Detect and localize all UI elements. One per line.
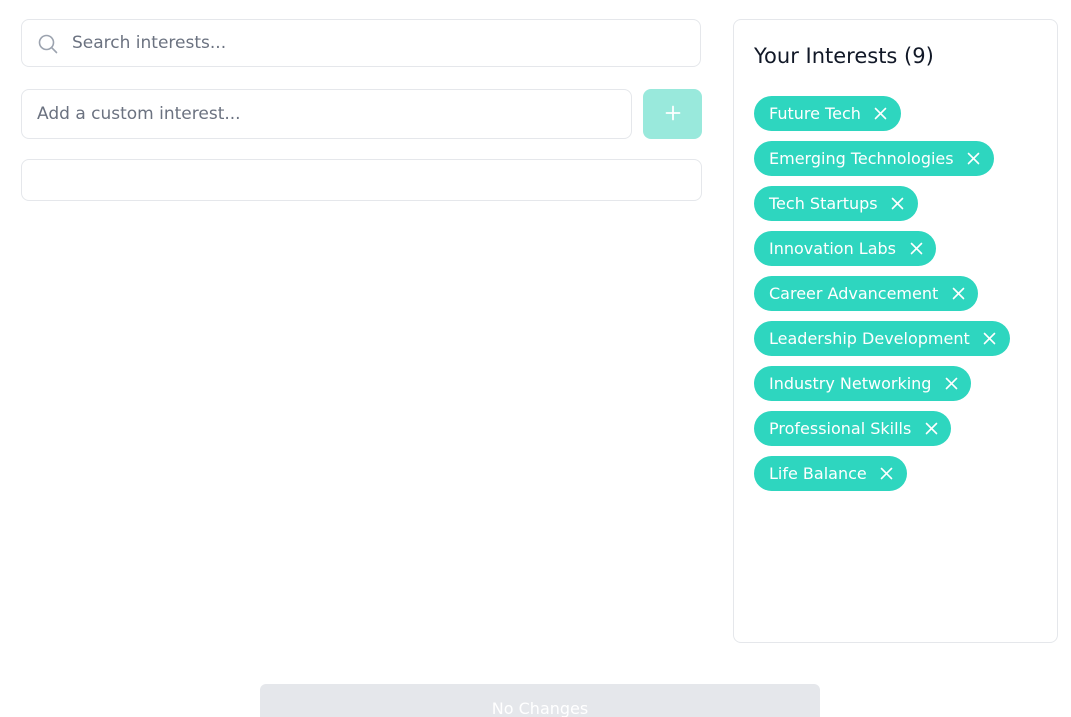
custom-interest-input[interactable] — [37, 90, 622, 138]
save-changes-label: No Changes — [491, 699, 589, 717]
close-icon[interactable] — [966, 151, 982, 167]
plus-icon — [665, 105, 681, 124]
close-icon[interactable] — [879, 466, 895, 482]
your-interests-panel: Your Interests (9) Future Tech Emerging … — [733, 19, 1058, 643]
close-icon[interactable] — [943, 376, 959, 392]
interest-tag-label: Tech Startups — [769, 194, 878, 213]
save-changes-button[interactable]: No Changes — [260, 684, 820, 717]
close-icon[interactable] — [908, 241, 924, 257]
search-box — [21, 19, 701, 67]
interest-tag: Life Balance — [754, 456, 907, 491]
interest-tag: Tech Startups — [754, 186, 918, 221]
add-interest-button[interactable] — [643, 89, 702, 139]
interests-editor: Your Interests (9) Future Tech Emerging … — [0, 0, 1071, 717]
close-icon[interactable] — [950, 286, 966, 302]
interest-tag-label: Industry Networking — [769, 374, 932, 393]
interest-tag: Emerging Technologies — [754, 141, 994, 176]
panel-title: Your Interests (9) — [754, 44, 934, 68]
close-icon[interactable] — [873, 106, 889, 122]
interest-tag: Professional Skills — [754, 411, 952, 446]
close-icon[interactable] — [923, 421, 939, 437]
search-icon — [38, 34, 58, 54]
interest-tags: Future Tech Emerging Technologies Tech S… — [754, 96, 1010, 501]
interest-tag: Innovation Labs — [754, 231, 937, 266]
interest-tag: Industry Networking — [754, 366, 972, 401]
custom-interest-box — [21, 89, 632, 139]
interest-tag: Leadership Development — [754, 321, 1010, 356]
close-icon[interactable] — [890, 196, 906, 212]
interest-tag-label: Life Balance — [769, 464, 867, 483]
search-input[interactable] — [72, 20, 692, 66]
close-icon[interactable] — [982, 331, 998, 347]
interest-tag-label: Emerging Technologies — [769, 149, 954, 168]
interest-tag: Future Tech — [754, 96, 901, 131]
interest-tag: Career Advancement — [754, 276, 979, 311]
interest-tag-label: Leadership Development — [769, 329, 970, 348]
interest-tag-label: Career Advancement — [769, 284, 939, 303]
interest-tag-label: Future Tech — [769, 104, 861, 123]
interest-tag-label: Professional Skills — [769, 419, 912, 438]
interest-tag-label: Innovation Labs — [769, 239, 897, 258]
suggestions-list — [21, 159, 702, 201]
